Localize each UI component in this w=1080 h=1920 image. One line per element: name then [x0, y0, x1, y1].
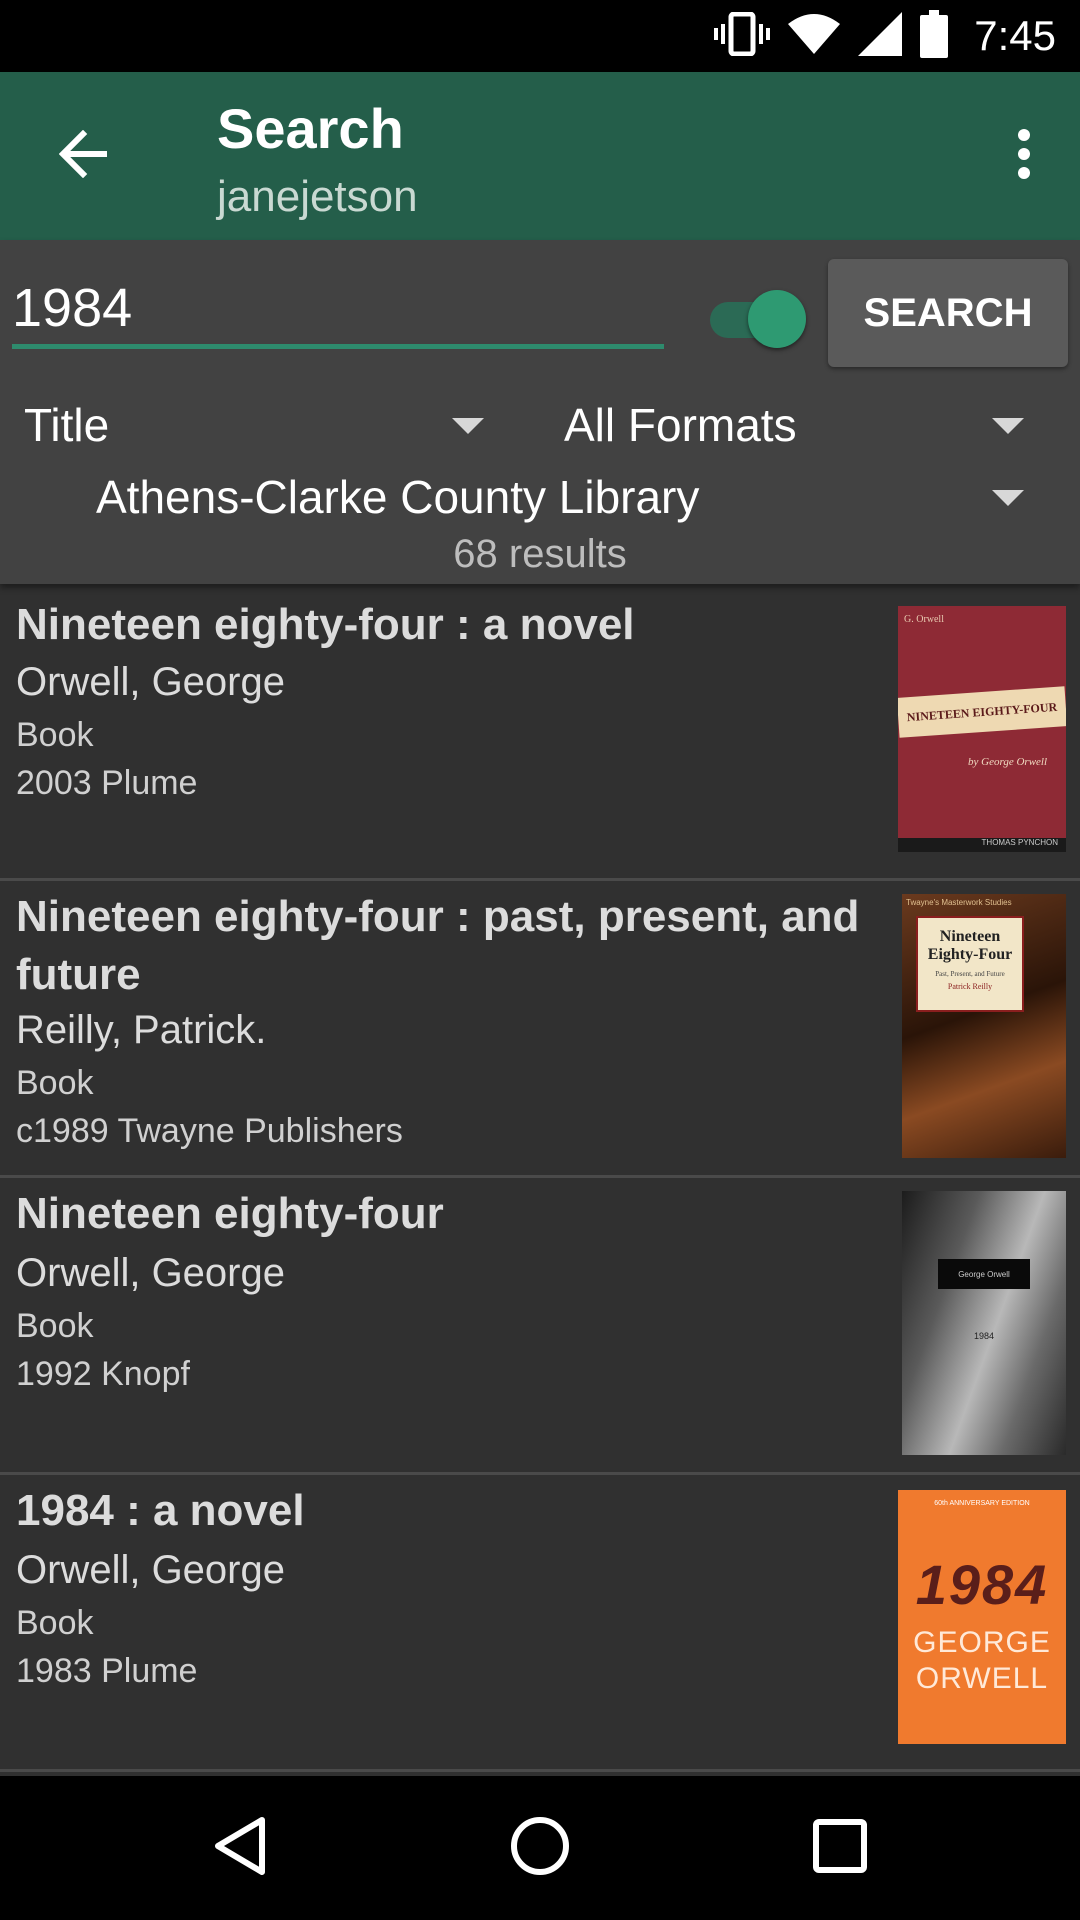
library-dropdown[interactable]: Athens-Clarke County Library — [96, 462, 1024, 532]
library-value: Athens-Clarke County Library — [96, 471, 700, 523]
list-item[interactable]: Nineteen eighty-four : a novel Orwell, G… — [0, 584, 1080, 881]
cover-title-banner: NINETEEN EIGHTY-FOUR — [898, 686, 1066, 738]
format-value: All Formats — [564, 399, 797, 451]
dropdown-arrow-icon — [992, 418, 1024, 434]
result-title: Nineteen eighty-four — [16, 1189, 444, 1238]
nav-home-button[interactable] — [480, 1798, 600, 1898]
results-count: 68 results — [453, 532, 627, 576]
result-publication: 1992 Knopf — [16, 1355, 190, 1393]
cover-title: 1984 — [973, 1331, 995, 1341]
search-input[interactable] — [12, 272, 664, 349]
result-format: Book — [16, 1307, 94, 1345]
search-field-value: Title — [24, 399, 110, 451]
cover-title: 1984 — [915, 1553, 1049, 1616]
app-bar: Search janejetson — [0, 72, 1080, 240]
cover-author-last: ORWELL — [915, 1662, 1049, 1695]
overflow-menu-button[interactable] — [992, 116, 1056, 196]
book-cover-image: 60th ANNIVERSARY EDITION 1984 GEORGE ORW… — [898, 1490, 1066, 1744]
book-cover-image: Twayne's Masterwork Studies Nineteen Eig… — [902, 894, 1066, 1158]
signal-icon — [858, 11, 903, 61]
list-item[interactable]: 1984 : a novel Orwell, George Book 1983 … — [0, 1472, 1080, 1772]
square-recents-icon — [813, 1818, 867, 1878]
nav-recents-button[interactable] — [780, 1798, 900, 1898]
result-author: Orwell, George — [16, 660, 285, 704]
toggle-thumb — [748, 290, 806, 348]
cover-author-text: George Orwell — [938, 1259, 1030, 1289]
result-publication: 1983 Plume — [16, 1652, 198, 1690]
cover-edition: 60th ANNIVERSARY EDITION — [934, 1500, 1030, 1507]
cover-footer: THOMAS PYNCHON — [898, 838, 1066, 852]
battery-icon — [920, 9, 949, 63]
cover-series: Twayne's Masterwork Studies — [906, 898, 1012, 907]
search-toggle[interactable] — [708, 286, 808, 348]
cover-subtitle: Past, Present, and Future — [935, 970, 1005, 978]
list-item[interactable]: Nineteen eighty-four Orwell, George Book… — [0, 1175, 1080, 1475]
circle-home-icon — [510, 1816, 570, 1881]
status-time: 7:45 — [974, 12, 1056, 59]
result-format: Book — [16, 1064, 94, 1102]
search-field-dropdown[interactable]: Title — [24, 390, 484, 460]
account-subtitle: janejetson — [217, 172, 418, 221]
result-title: Nineteen eighty-four : a novel — [16, 600, 635, 649]
wifi-icon — [788, 12, 841, 61]
result-format: Book — [16, 716, 94, 754]
result-author: Orwell, George — [16, 1251, 285, 1295]
cover-byline: by George Orwell — [968, 756, 1048, 768]
navigation-bar — [0, 1776, 1080, 1920]
search-panel: SEARCH Title All Formats Athens-Clarke C… — [0, 240, 1080, 584]
result-format: Book — [16, 1604, 94, 1642]
dropdown-arrow-icon — [452, 418, 484, 434]
triangle-back-icon — [212, 1816, 268, 1881]
page-title: Search — [217, 97, 404, 160]
format-dropdown[interactable]: All Formats — [564, 390, 1024, 460]
result-publication: 2003 Plume — [16, 764, 198, 802]
more-vert-icon — [1017, 128, 1031, 184]
result-author: Reilly, Patrick. — [16, 1008, 267, 1052]
cover-author-text: Patrick Reilly — [947, 982, 993, 991]
status-bar: 7:45 — [0, 0, 1080, 72]
dropdown-arrow-icon — [992, 490, 1024, 506]
cover-author-first: GEORGE — [913, 1626, 1051, 1659]
book-cover-image: G. Orwell NINETEEN EIGHTY-FOUR by George… — [898, 606, 1066, 852]
book-cover-image: George Orwell 1984 — [902, 1191, 1066, 1455]
cover-title: Nineteen Eighty-Four — [927, 928, 1013, 963]
list-item[interactable]: Nineteen eighty-four : past, present, an… — [0, 878, 1080, 1178]
result-title: 1984 : a novel — [16, 1486, 305, 1535]
result-author: Orwell, George — [16, 1548, 285, 1592]
search-button[interactable]: SEARCH — [828, 259, 1068, 367]
vibrate-icon — [714, 11, 771, 61]
cover-label-box: Nineteen Eighty-Four Past, Present, and … — [916, 916, 1024, 1012]
result-title: Nineteen eighty-four : past, present, an… — [16, 892, 860, 999]
arrow-back-icon — [58, 129, 109, 183]
cover-author-text: G. Orwell — [904, 614, 944, 625]
back-button[interactable] — [40, 116, 128, 196]
result-publication: c1989 Twayne Publishers — [16, 1112, 403, 1150]
nav-back-button[interactable] — [180, 1798, 300, 1898]
